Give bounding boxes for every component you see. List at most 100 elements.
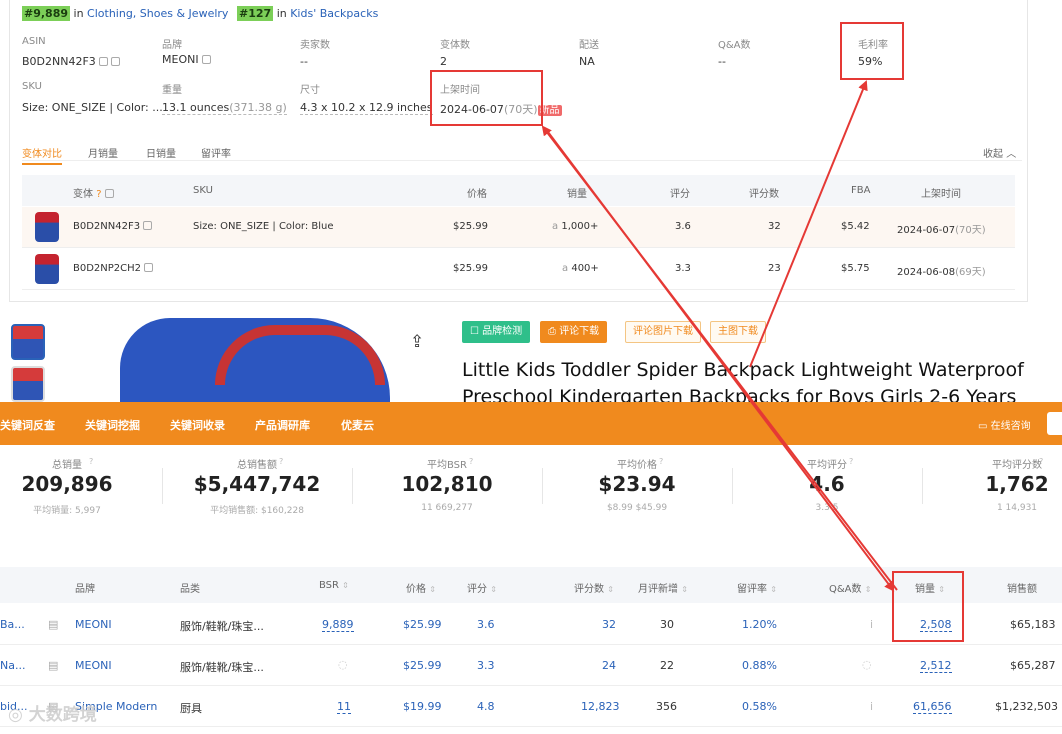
product-thumbnail[interactable]: [11, 366, 45, 402]
brand-check-button[interactable]: ☐ 品牌检测: [462, 321, 531, 343]
row-product-name[interactable]: Ba...: [0, 618, 25, 631]
th-rating[interactable]: 评分 ⇕: [467, 580, 497, 595]
row-bsr[interactable]: 9,889: [322, 618, 354, 632]
th-category: 品类: [180, 584, 200, 595]
document-icon[interactable]: ▤: [48, 659, 58, 672]
stat-value: $5,447,742: [193, 472, 321, 496]
weight-oz: 13.1 ounces: [162, 101, 230, 114]
asin-value: B0D2NN42F3: [22, 55, 120, 68]
row-sales[interactable]: 2,512: [920, 659, 952, 673]
variant-date-text: 2024-06-07: [897, 225, 956, 236]
help-icon: ?: [659, 457, 664, 466]
copy-icon[interactable]: [104, 189, 114, 198]
external-link-icon[interactable]: [201, 55, 211, 64]
th-reviews[interactable]: 评分数 ⇕: [574, 580, 614, 595]
tab-daily-sales[interactable]: 日销量: [146, 145, 176, 160]
variant-date-text: 2024-06-08: [897, 267, 956, 278]
collapse-button[interactable]: 收起 ︿: [983, 145, 1016, 160]
th-qa-text: Q&A数: [829, 584, 862, 595]
variant-sales-text: 400+: [571, 263, 599, 274]
row-review-rate: 0.88%: [742, 659, 777, 672]
review-download-button[interactable]: ⎙ 评论下载: [540, 321, 608, 343]
nav-youmaiyun[interactable]: 优麦云: [341, 417, 374, 433]
row-product-name[interactable]: Na...: [0, 659, 25, 672]
copy-icon[interactable]: [143, 221, 153, 230]
flag-icon[interactable]: [1047, 412, 1062, 435]
collapse-label: 收起: [983, 149, 1003, 160]
highlight-margin: [840, 22, 904, 80]
th-rating-text: 评分: [467, 584, 487, 595]
variant-asin-text: B0D2NP2CH2: [73, 263, 142, 274]
th-monthly-new[interactable]: 月评新增 ⇕: [638, 580, 688, 595]
row-monthly-new: 356: [656, 700, 677, 713]
row-brand[interactable]: MEONI: [75, 659, 112, 672]
sort-icon: ⇕: [607, 585, 614, 594]
copy-icon[interactable]: [98, 57, 108, 66]
tab-variant-compare[interactable]: 变体对比: [22, 145, 62, 165]
row-qa: i: [870, 700, 874, 713]
th-price: 价格: [467, 189, 487, 200]
size-value: 4.3 x 10.2 x 12.9 inches: [300, 101, 433, 115]
rank-badge: #9,889: [22, 6, 71, 21]
row-price: $25.99: [403, 618, 442, 631]
rank-category-link[interactable]: Clothing, Shoes & Jewelry: [87, 7, 228, 20]
table-row[interactable]: bid... ▤ Simple Modern 厨具 11 $19.99 4.8 …: [0, 686, 1062, 727]
copy-icon[interactable]: [110, 57, 120, 66]
row-bsr[interactable]: 11: [337, 700, 351, 714]
review-image-download-button[interactable]: 评论图片下载: [625, 321, 701, 343]
brand-link[interactable]: MEONI: [162, 53, 199, 66]
brand-value[interactable]: MEONI: [162, 53, 211, 66]
product-thumbnail[interactable]: [11, 324, 45, 360]
row-rating: 3.6: [477, 618, 495, 631]
asin-label: ASIN: [22, 36, 46, 47]
stat-divider: [732, 468, 733, 504]
row-monthly-new: 30: [660, 618, 674, 631]
nav-keyword-mining[interactable]: 关键词挖掘: [85, 417, 140, 433]
rank-in: in: [276, 7, 287, 20]
sellers-label: 卖家数: [300, 40, 330, 51]
variant-row[interactable]: B0D2NP2CH2 $25.99 a 400+ 3.3 23 $5.75 20…: [22, 249, 1015, 290]
table-row[interactable]: Na... ▤ MEONI 服饰/鞋靴/珠宝... ◌ $25.99 3.3 2…: [0, 645, 1062, 686]
tab-monthly-sales[interactable]: 月销量: [88, 145, 118, 160]
row-sales[interactable]: 61,656: [913, 700, 952, 714]
main-image-download-button[interactable]: 主图下载: [710, 321, 766, 343]
sku-value: Size: ONE_SIZE | Color: ...: [22, 101, 163, 114]
nav-product-research[interactable]: 产品调研库: [255, 417, 310, 433]
stat-value: 209,896: [21, 472, 113, 496]
copy-icon[interactable]: [144, 263, 154, 272]
variant-thumbnail: [35, 254, 59, 284]
help-icon: ?: [469, 457, 474, 466]
tab-review-rate[interactable]: 留评率: [201, 145, 231, 160]
stat-sub: 11 669,277: [421, 503, 473, 513]
stat-value: 4.6: [809, 472, 845, 496]
stat-label: 平均评分数: [992, 460, 1042, 471]
variant-reviews: 23: [768, 263, 781, 274]
th-review-rate[interactable]: 留评率 ⇕: [737, 580, 777, 595]
row-reviews: 24: [602, 659, 616, 672]
share-icon[interactable]: ⇪: [410, 332, 424, 352]
th-price[interactable]: 价格 ⇕: [406, 580, 436, 595]
th-bsr[interactable]: BSR ⇕: [319, 580, 349, 591]
nav-keyword-index[interactable]: 关键词收录: [170, 417, 225, 433]
nav-keyword-reverse[interactable]: 关键词反查: [0, 417, 55, 433]
variant-reviews: 32: [768, 221, 781, 232]
th-qa[interactable]: Q&A数 ⇕: [829, 580, 871, 595]
tool-nav-bar: 关键词反查 关键词挖掘 关键词收录 产品调研库 优麦云 ▭ 在线咨询: [0, 402, 1062, 445]
amazon-icon: a: [562, 263, 569, 274]
row-category: 厨具: [180, 702, 202, 715]
variant-row[interactable]: B0D2NN42F3 Size: ONE_SIZE | Color: Blue …: [22, 207, 1015, 248]
row-category: 服饰/鞋靴/珠宝...: [180, 661, 264, 674]
highlight-listed-date: [430, 70, 543, 126]
variant-price: $25.99: [453, 221, 488, 232]
document-icon[interactable]: ▤: [48, 618, 58, 631]
th-sales: 销量: [567, 189, 587, 200]
th-variant-text: 变体: [73, 189, 93, 200]
row-brand[interactable]: MEONI: [75, 618, 112, 631]
variant-sku: Size: ONE_SIZE | Color: Blue: [193, 221, 334, 232]
watermark-logo-icon: ◎: [8, 705, 29, 725]
rank-category-link[interactable]: Kids' Backpacks: [290, 7, 378, 20]
rank-badge: #127: [237, 6, 274, 21]
shipping-label: 配送: [579, 40, 599, 51]
th-variant: 变体 ?: [73, 185, 114, 200]
online-consult-button[interactable]: ▭ 在线咨询: [978, 417, 1031, 432]
